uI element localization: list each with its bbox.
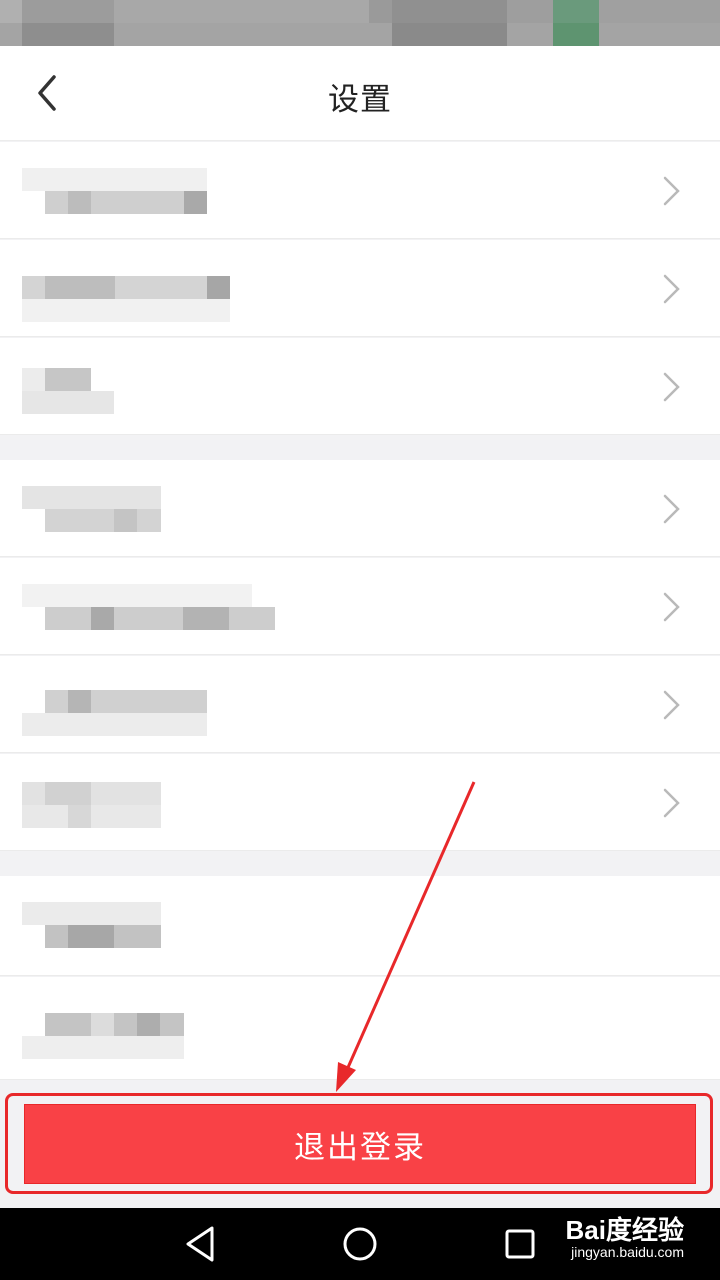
chevron-right-icon xyxy=(663,788,680,818)
settings-screen: 设置 退出登录 Bai度经验 jingyan.baidu.com xyxy=(0,0,720,1280)
page-title: 设置 xyxy=(328,82,392,118)
baidu-jingyan-watermark: Bai度经验 jingyan.baidu.com xyxy=(566,1216,684,1260)
chevron-right-icon xyxy=(663,372,680,402)
system-nav-bar: Bai度经验 jingyan.baidu.com xyxy=(0,1208,720,1280)
section-divider xyxy=(0,436,720,460)
settings-item-2[interactable] xyxy=(0,240,720,337)
app-header: 设置 xyxy=(0,46,720,141)
watermark-url: jingyan.baidu.com xyxy=(571,1244,684,1260)
status-bar xyxy=(0,0,720,46)
chevron-right-icon xyxy=(663,592,680,622)
settings-item-7[interactable] xyxy=(0,754,720,851)
settings-item-5[interactable] xyxy=(0,558,720,655)
chevron-right-icon xyxy=(663,690,680,720)
chevron-right-icon xyxy=(663,494,680,524)
nav-home-button[interactable] xyxy=(338,1222,382,1266)
back-triangle-icon xyxy=(186,1226,214,1262)
recents-square-icon xyxy=(505,1229,535,1259)
chevron-right-icon xyxy=(663,176,680,206)
home-circle-icon xyxy=(343,1227,377,1261)
section-divider xyxy=(0,852,720,876)
logout-button[interactable]: 退出登录 xyxy=(24,1104,696,1184)
settings-item-1[interactable] xyxy=(0,142,720,239)
nav-back-button[interactable] xyxy=(178,1222,222,1266)
chevron-right-icon xyxy=(663,274,680,304)
settings-item-4[interactable] xyxy=(0,460,720,557)
settings-item-9[interactable] xyxy=(0,977,720,1080)
nav-recents-button[interactable] xyxy=(498,1222,542,1266)
watermark-logo: Bai度经验 xyxy=(565,1215,684,1245)
settings-item-8[interactable] xyxy=(0,876,720,976)
settings-item-6[interactable] xyxy=(0,656,720,753)
logout-label: 退出登录 xyxy=(294,1129,426,1166)
settings-item-3[interactable] xyxy=(0,338,720,435)
